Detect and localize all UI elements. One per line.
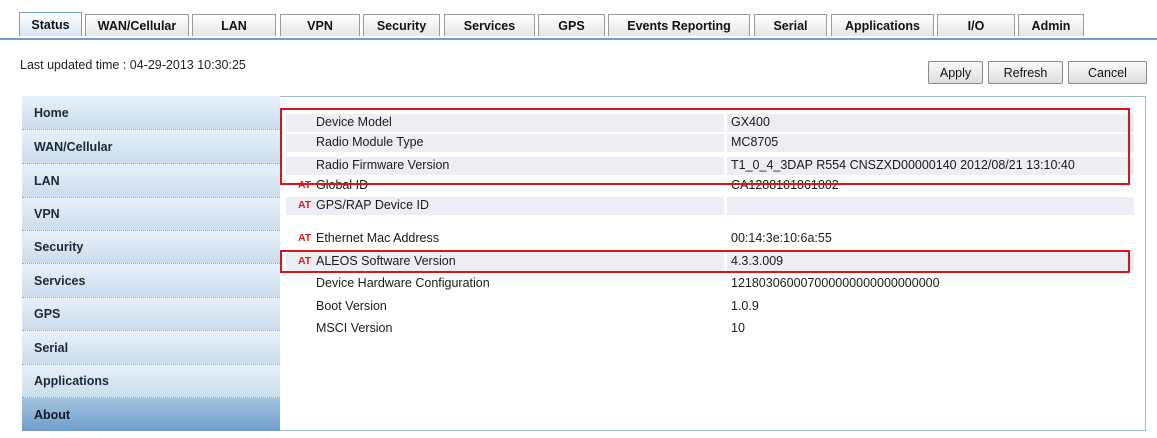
sidebar-item-about[interactable]: About	[22, 398, 280, 431]
tab-services[interactable]: Services	[444, 14, 535, 36]
sidebar-item-label: VPN	[34, 207, 60, 221]
apply-button[interactable]: Apply	[928, 61, 983, 84]
sidebar: Home WAN/Cellular LAN VPN Security Servi…	[22, 96, 280, 431]
tab-events-reporting[interactable]: Events Reporting	[608, 14, 750, 36]
info-label: Radio Firmware Version	[316, 158, 450, 172]
info-value: 1.0.9	[731, 299, 759, 313]
info-value: 10	[731, 321, 745, 335]
info-row-global-id: AT Global ID CA1288101861002	[286, 177, 1134, 195]
info-row-device-model: Device Model GX400	[286, 114, 1134, 132]
sidebar-item-label: About	[34, 407, 71, 422]
sidebar-item-label: Home	[34, 105, 69, 120]
tab-gps[interactable]: GPS	[538, 14, 605, 36]
info-row-boot-version: Boot Version 1.0.9	[286, 298, 1134, 316]
at-command-marker: AT	[298, 255, 312, 267]
info-value: 4.3.3.009	[731, 254, 784, 268]
info-row-radio-firmware-version: Radio Firmware Version T1_0_4_3DAP R554 …	[286, 157, 1134, 175]
tab-admin[interactable]: Admin	[1018, 14, 1084, 36]
info-value: T1_0_4_3DAP R554 CNSZXD00000140 2012/08/…	[731, 158, 1075, 172]
cancel-button[interactable]: Cancel	[1068, 61, 1147, 84]
last-updated-time: Last updated time : 04-29-2013 10:30:25	[20, 58, 246, 72]
sidebar-item-lan[interactable]: LAN	[22, 164, 280, 198]
sidebar-item-gps[interactable]: GPS	[22, 298, 280, 331]
info-label: Ethernet Mac Address	[316, 231, 439, 245]
sidebar-item-label: Applications	[34, 374, 110, 388]
info-label: MSCI Version	[316, 321, 393, 335]
tab-wan-cellular[interactable]: WAN/Cellular	[85, 14, 189, 36]
tab-applications[interactable]: Applications	[831, 14, 934, 36]
tab-io[interactable]: I/O	[937, 14, 1015, 36]
refresh-button[interactable]: Refresh	[988, 61, 1063, 84]
info-row-ethernet-mac-address: AT Ethernet Mac Address 00:14:3e:10:6a:55	[286, 230, 1134, 248]
sidebar-item-services[interactable]: Services	[22, 264, 280, 298]
tab-status[interactable]: Status	[19, 12, 82, 36]
info-row-gps-rap-device-id: AT GPS/RAP Device ID	[286, 197, 1134, 215]
sidebar-item-label: LAN	[34, 173, 60, 188]
info-label: GPS/RAP Device ID	[316, 198, 430, 212]
sidebar-item-applications[interactable]: Applications	[22, 365, 280, 398]
info-value: CA1288101861002	[731, 178, 839, 192]
info-value: MC8705	[731, 135, 779, 149]
sidebar-item-security[interactable]: Security	[22, 231, 280, 264]
info-value: GX400	[731, 115, 770, 129]
info-label: Global ID	[316, 178, 369, 192]
info-label: Device Hardware Configuration	[316, 276, 490, 290]
sidebar-item-label: Security	[34, 240, 84, 254]
sidebar-item-wan-cellular[interactable]: WAN/Cellular	[22, 130, 280, 164]
at-command-marker: AT	[298, 179, 312, 191]
sidebar-item-label: Serial	[34, 340, 69, 355]
sidebar-item-serial[interactable]: Serial	[22, 331, 280, 365]
info-label: Radio Module Type	[316, 135, 424, 149]
info-label: Boot Version	[316, 299, 387, 313]
info-label: Device Model	[316, 115, 392, 129]
sidebar-item-home[interactable]: Home	[22, 96, 280, 130]
tab-security[interactable]: Security	[363, 14, 440, 36]
info-row-aleos-software-version: AT ALEOS Software Version 4.3.3.009	[286, 253, 1134, 271]
at-command-marker: AT	[298, 232, 312, 244]
sidebar-item-label: Services	[34, 273, 86, 288]
tab-lan[interactable]: LAN	[192, 14, 276, 36]
sidebar-item-vpn[interactable]: VPN	[22, 198, 280, 231]
tab-serial[interactable]: Serial	[754, 14, 827, 36]
about-info-table: Device Model GX400 Radio Module Type MC8…	[280, 96, 1146, 431]
info-row-device-hardware-configuration: Device Hardware Configuration 1218030600…	[286, 275, 1134, 293]
tab-vpn[interactable]: VPN	[280, 14, 360, 36]
info-row-radio-module-type: Radio Module Type MC8705	[286, 134, 1134, 152]
top-tab-bar: Status WAN/Cellular LAN VPN Security Ser…	[0, 12, 1157, 40]
info-value: 00:14:3e:10:6a:55	[731, 231, 832, 245]
info-value: 121803060007000000000000000000	[731, 276, 940, 290]
info-label: ALEOS Software Version	[316, 254, 456, 268]
at-command-marker: AT	[298, 199, 312, 211]
info-row-msci-version: MSCI Version 10	[286, 320, 1134, 338]
sidebar-item-label: WAN/Cellular	[34, 139, 113, 154]
sidebar-item-label: GPS	[34, 307, 61, 321]
